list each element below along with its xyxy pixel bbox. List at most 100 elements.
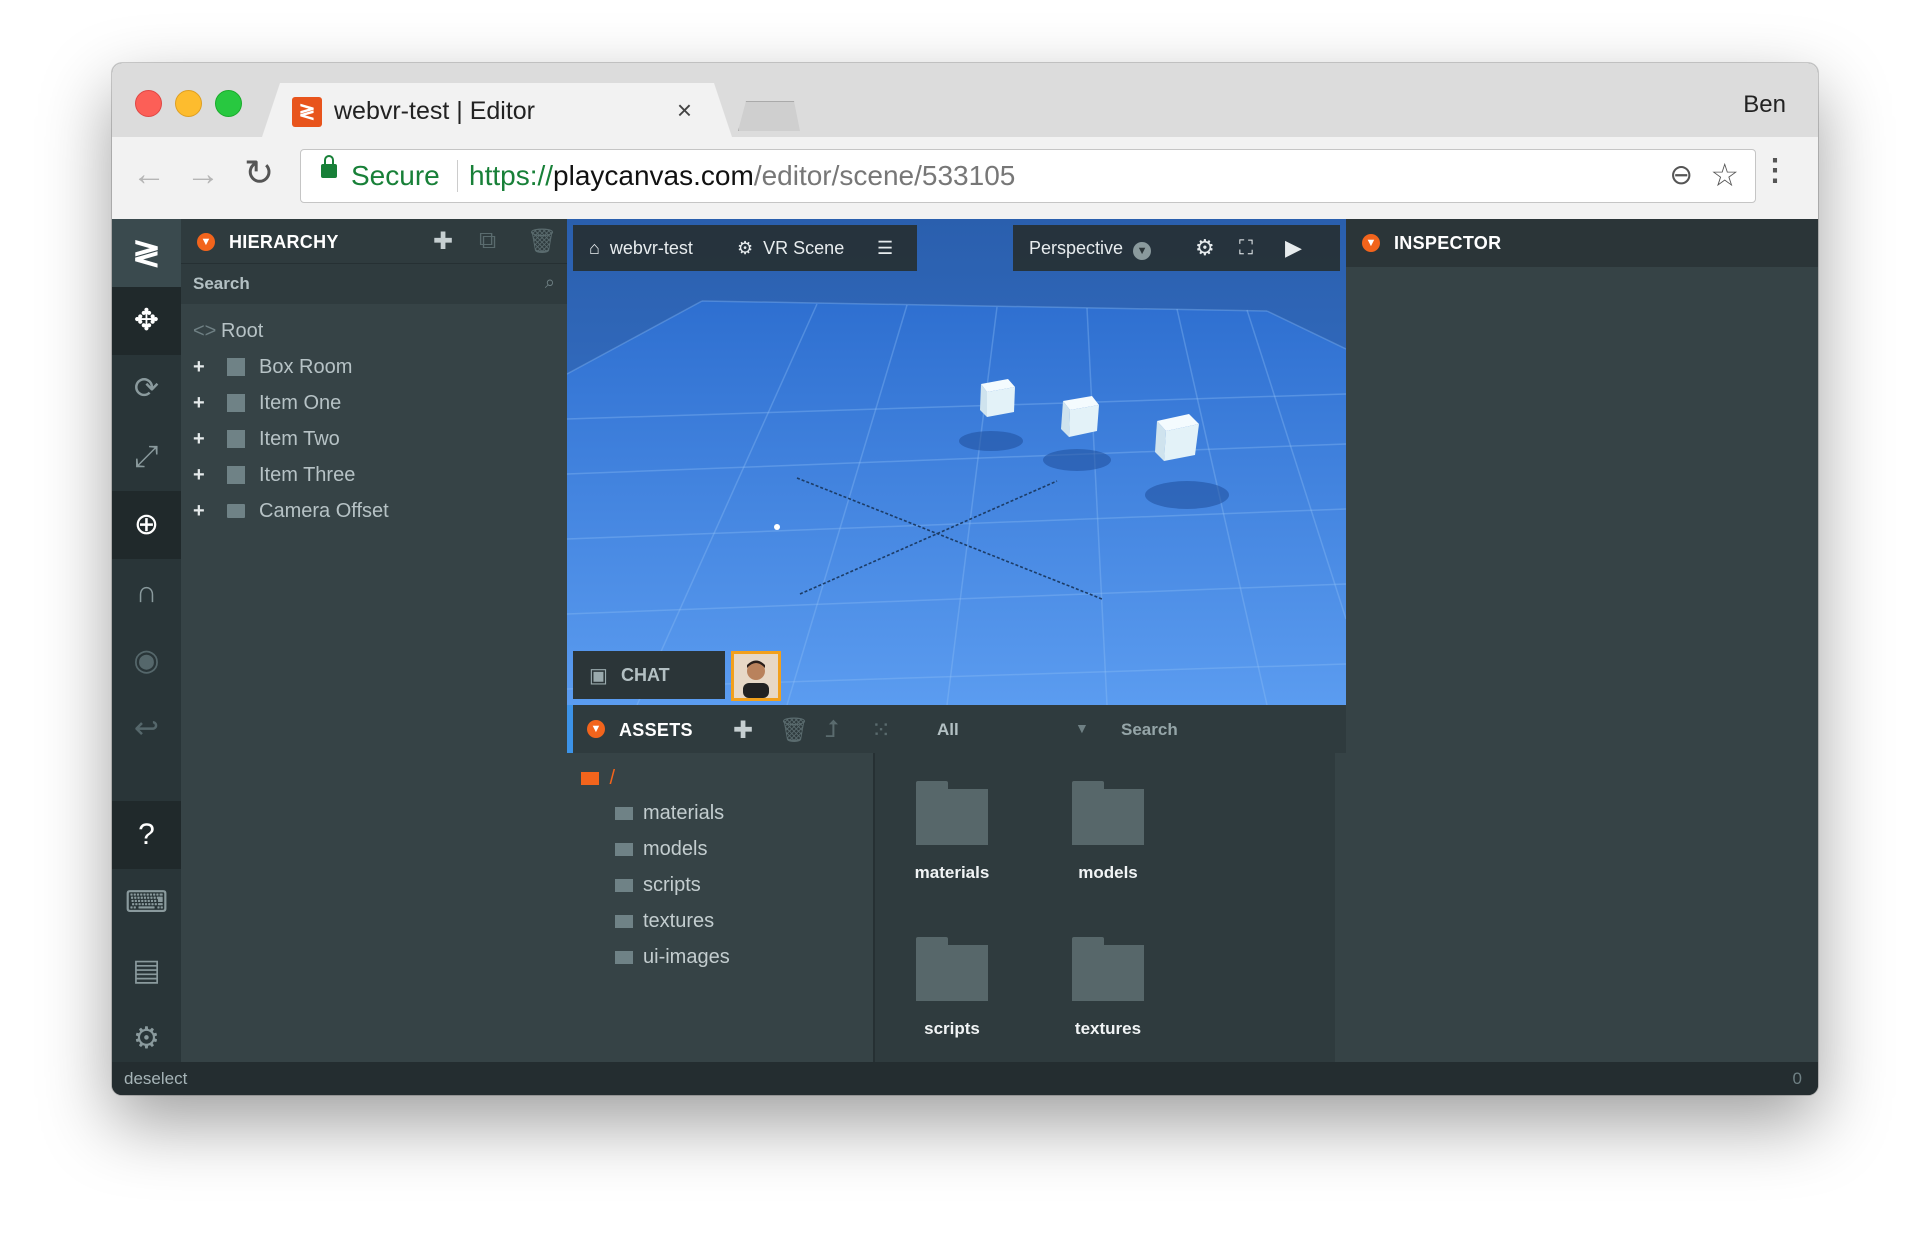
asset-tile[interactable]: materials [875, 753, 1015, 893]
expand-icon[interactable]: + [193, 421, 213, 457]
asset-filter-select[interactable]: All [937, 720, 959, 740]
asset-tile[interactable]: scripts [875, 909, 1015, 1049]
folder-label: materials [643, 802, 725, 824]
secure-label: Secure [351, 160, 440, 191]
tab-close-button[interactable]: × [677, 95, 692, 126]
scene-settings-button[interactable]: ⚙ VR Scene [737, 225, 844, 271]
scene-label: VR Scene [763, 238, 845, 258]
folder-icon [615, 915, 633, 928]
address-bar[interactable]: Secure https://playcanvas.com/editor/sce… [300, 149, 1756, 203]
fullscreen-icon[interactable]: ⛶ [1239, 225, 1253, 271]
expand-icon[interactable]: + [193, 493, 213, 529]
tree-item-label: Camera Offset [259, 500, 389, 522]
asset-name: materials [914, 863, 990, 882]
chat-bubble-icon: ▣ [589, 665, 608, 687]
chevron-down-icon: ▼ [1133, 242, 1152, 260]
folder-icon [916, 937, 988, 1001]
filter-chevron-down-icon[interactable]: ▼ [1075, 720, 1089, 736]
collapse-assets-icon[interactable]: ▼ [587, 720, 605, 738]
entity-icon [227, 394, 245, 412]
new-tab-button[interactable] [738, 101, 800, 131]
folder-icon [227, 504, 245, 518]
viewport-settings-icon[interactable]: ⚙ [1195, 225, 1215, 271]
camera-select[interactable]: Perspective ▼ [1029, 225, 1152, 271]
editor-area: ≷ ✥ ⟳ ⤢ ⊕ ∩ ◉ ↩ ? ⌨ ▤ ⚙ ▼ HIERARCHY ✚ ⧉ … [112, 219, 1818, 1095]
editor-toolbar: ≷ ✥ ⟳ ⤢ ⊕ ∩ ◉ ↩ ? ⌨ ▤ ⚙ [112, 219, 181, 1062]
zoom-icon[interactable]: ⊖ [1670, 158, 1693, 191]
translate-tool-icon[interactable]: ✥ [112, 287, 181, 355]
asset-name: scripts [924, 1019, 980, 1038]
chat-label: CHAT [621, 665, 670, 685]
grid-view-icon[interactable]: ⁙ [871, 716, 891, 745]
status-text: deselect [124, 1069, 188, 1088]
browser-toolbar: ← → ↻ Secure https://playcanvas.com/edit… [112, 137, 1818, 220]
browser-menu-icon[interactable]: ⋮ [1760, 153, 1790, 188]
tree-item-label: Item One [259, 392, 342, 414]
bookmark-star-icon[interactable]: ☆ [1710, 156, 1739, 194]
rotate-tool-icon[interactable]: ⟳ [112, 355, 181, 423]
url-scheme: https:// [469, 160, 554, 191]
chat-button[interactable]: ▣ CHAT [573, 651, 725, 699]
undo-icon[interactable]: ↩ [112, 695, 181, 763]
camera-label: Perspective [1029, 238, 1124, 258]
reload-icon[interactable]: ↻ [244, 152, 274, 194]
scene-viewport[interactable]: ⌂ webvr-test ⚙ VR Scene ☰ Perspective ▼ … [567, 219, 1346, 705]
hierarchy-panel: ▼ HIERARCHY ✚ ⧉ 🗑 Search ⌕ <> Root + Box… [181, 219, 567, 1062]
viewport-controls: Perspective ▼ ⚙ ⛶ ▶ [1013, 225, 1340, 271]
url-text[interactable]: https://playcanvas.com/editor/scene/5331… [469, 160, 1015, 192]
scene-render [567, 219, 1346, 705]
close-window-button[interactable] [135, 90, 162, 117]
assets-header: ▼ ASSETS ✚ 🗑 ⮥ ⁙ All ▼ Search [567, 705, 1346, 753]
zoom-window-button[interactable] [215, 90, 242, 117]
feedback-icon[interactable]: ▤ [112, 937, 181, 1005]
snap-magnet-icon[interactable]: ∩ [112, 559, 181, 627]
collapse-inspector-icon[interactable]: ▼ [1362, 234, 1380, 252]
scene-list-icon[interactable]: ☰ [877, 225, 893, 271]
entity-icon [227, 466, 245, 484]
minimize-window-button[interactable] [175, 90, 202, 117]
avatar[interactable] [731, 651, 781, 701]
asset-tile[interactable]: textures [1031, 909, 1171, 1049]
delete-entity-button[interactable]: 🗑 [527, 227, 557, 256]
asset-name: models [1078, 863, 1138, 882]
root-path-label: / [609, 767, 616, 789]
address-divider [457, 160, 458, 192]
help-icon[interactable]: ? [112, 801, 181, 869]
collapse-panel-icon[interactable]: ▼ [197, 233, 215, 251]
inspector-header: ▼ INSPECTOR [1346, 219, 1818, 267]
project-home-button[interactable]: ⌂ webvr-test [589, 225, 693, 271]
focus-eye-icon[interactable]: ◉ [112, 627, 181, 695]
forward-icon[interactable]: → [186, 155, 220, 194]
folder-label: scripts [643, 874, 701, 896]
expand-icon[interactable]: + [193, 457, 213, 493]
duplicate-entity-button[interactable]: ⧉ [479, 227, 496, 255]
launch-play-icon[interactable]: ▶ [1285, 225, 1302, 271]
search-icon: ⌕ [544, 272, 555, 292]
hierarchy-search[interactable]: Search ⌕ [181, 263, 567, 304]
playcanvas-logo-icon[interactable]: ≷ [112, 219, 181, 287]
project-label: webvr-test [609, 238, 693, 258]
delete-asset-button[interactable]: 🗑 [779, 716, 809, 745]
scale-tool-icon[interactable]: ⤢ [112, 423, 181, 491]
add-entity-button[interactable]: ✚ [433, 227, 453, 256]
asset-tile[interactable]: models [1031, 753, 1171, 893]
assets-panel: ▼ ASSETS ✚ 🗑 ⮥ ⁙ All ▼ Search / material… [567, 705, 1346, 1062]
asset-root-folder[interactable]: / [581, 763, 615, 793]
expand-icon[interactable]: + [193, 349, 213, 385]
folder-up-icon[interactable]: ⮥ [825, 716, 839, 744]
world-space-icon[interactable]: ⊕ [112, 491, 181, 559]
root-folder-icon [581, 771, 599, 785]
profile-name[interactable]: Ben [1743, 91, 1786, 119]
keyboard-shortcuts-icon[interactable]: ⌨ [112, 869, 181, 937]
hierarchy-search-input[interactable]: Search [193, 274, 250, 294]
browser-tab[interactable]: ≷ webvr-test | Editor × [262, 83, 732, 137]
add-asset-button[interactable]: ✚ [733, 716, 753, 745]
inspector-title: INSPECTOR [1394, 233, 1502, 253]
back-icon[interactable]: ← [132, 155, 166, 194]
expand-icon[interactable]: + [193, 385, 213, 421]
user-avatar-icon [734, 654, 778, 698]
entity-icon [227, 430, 245, 448]
browser-titlebar: ≷ webvr-test | Editor × Ben [112, 63, 1818, 137]
folder-icon [1072, 781, 1144, 845]
asset-search-input[interactable]: Search [1121, 720, 1178, 740]
